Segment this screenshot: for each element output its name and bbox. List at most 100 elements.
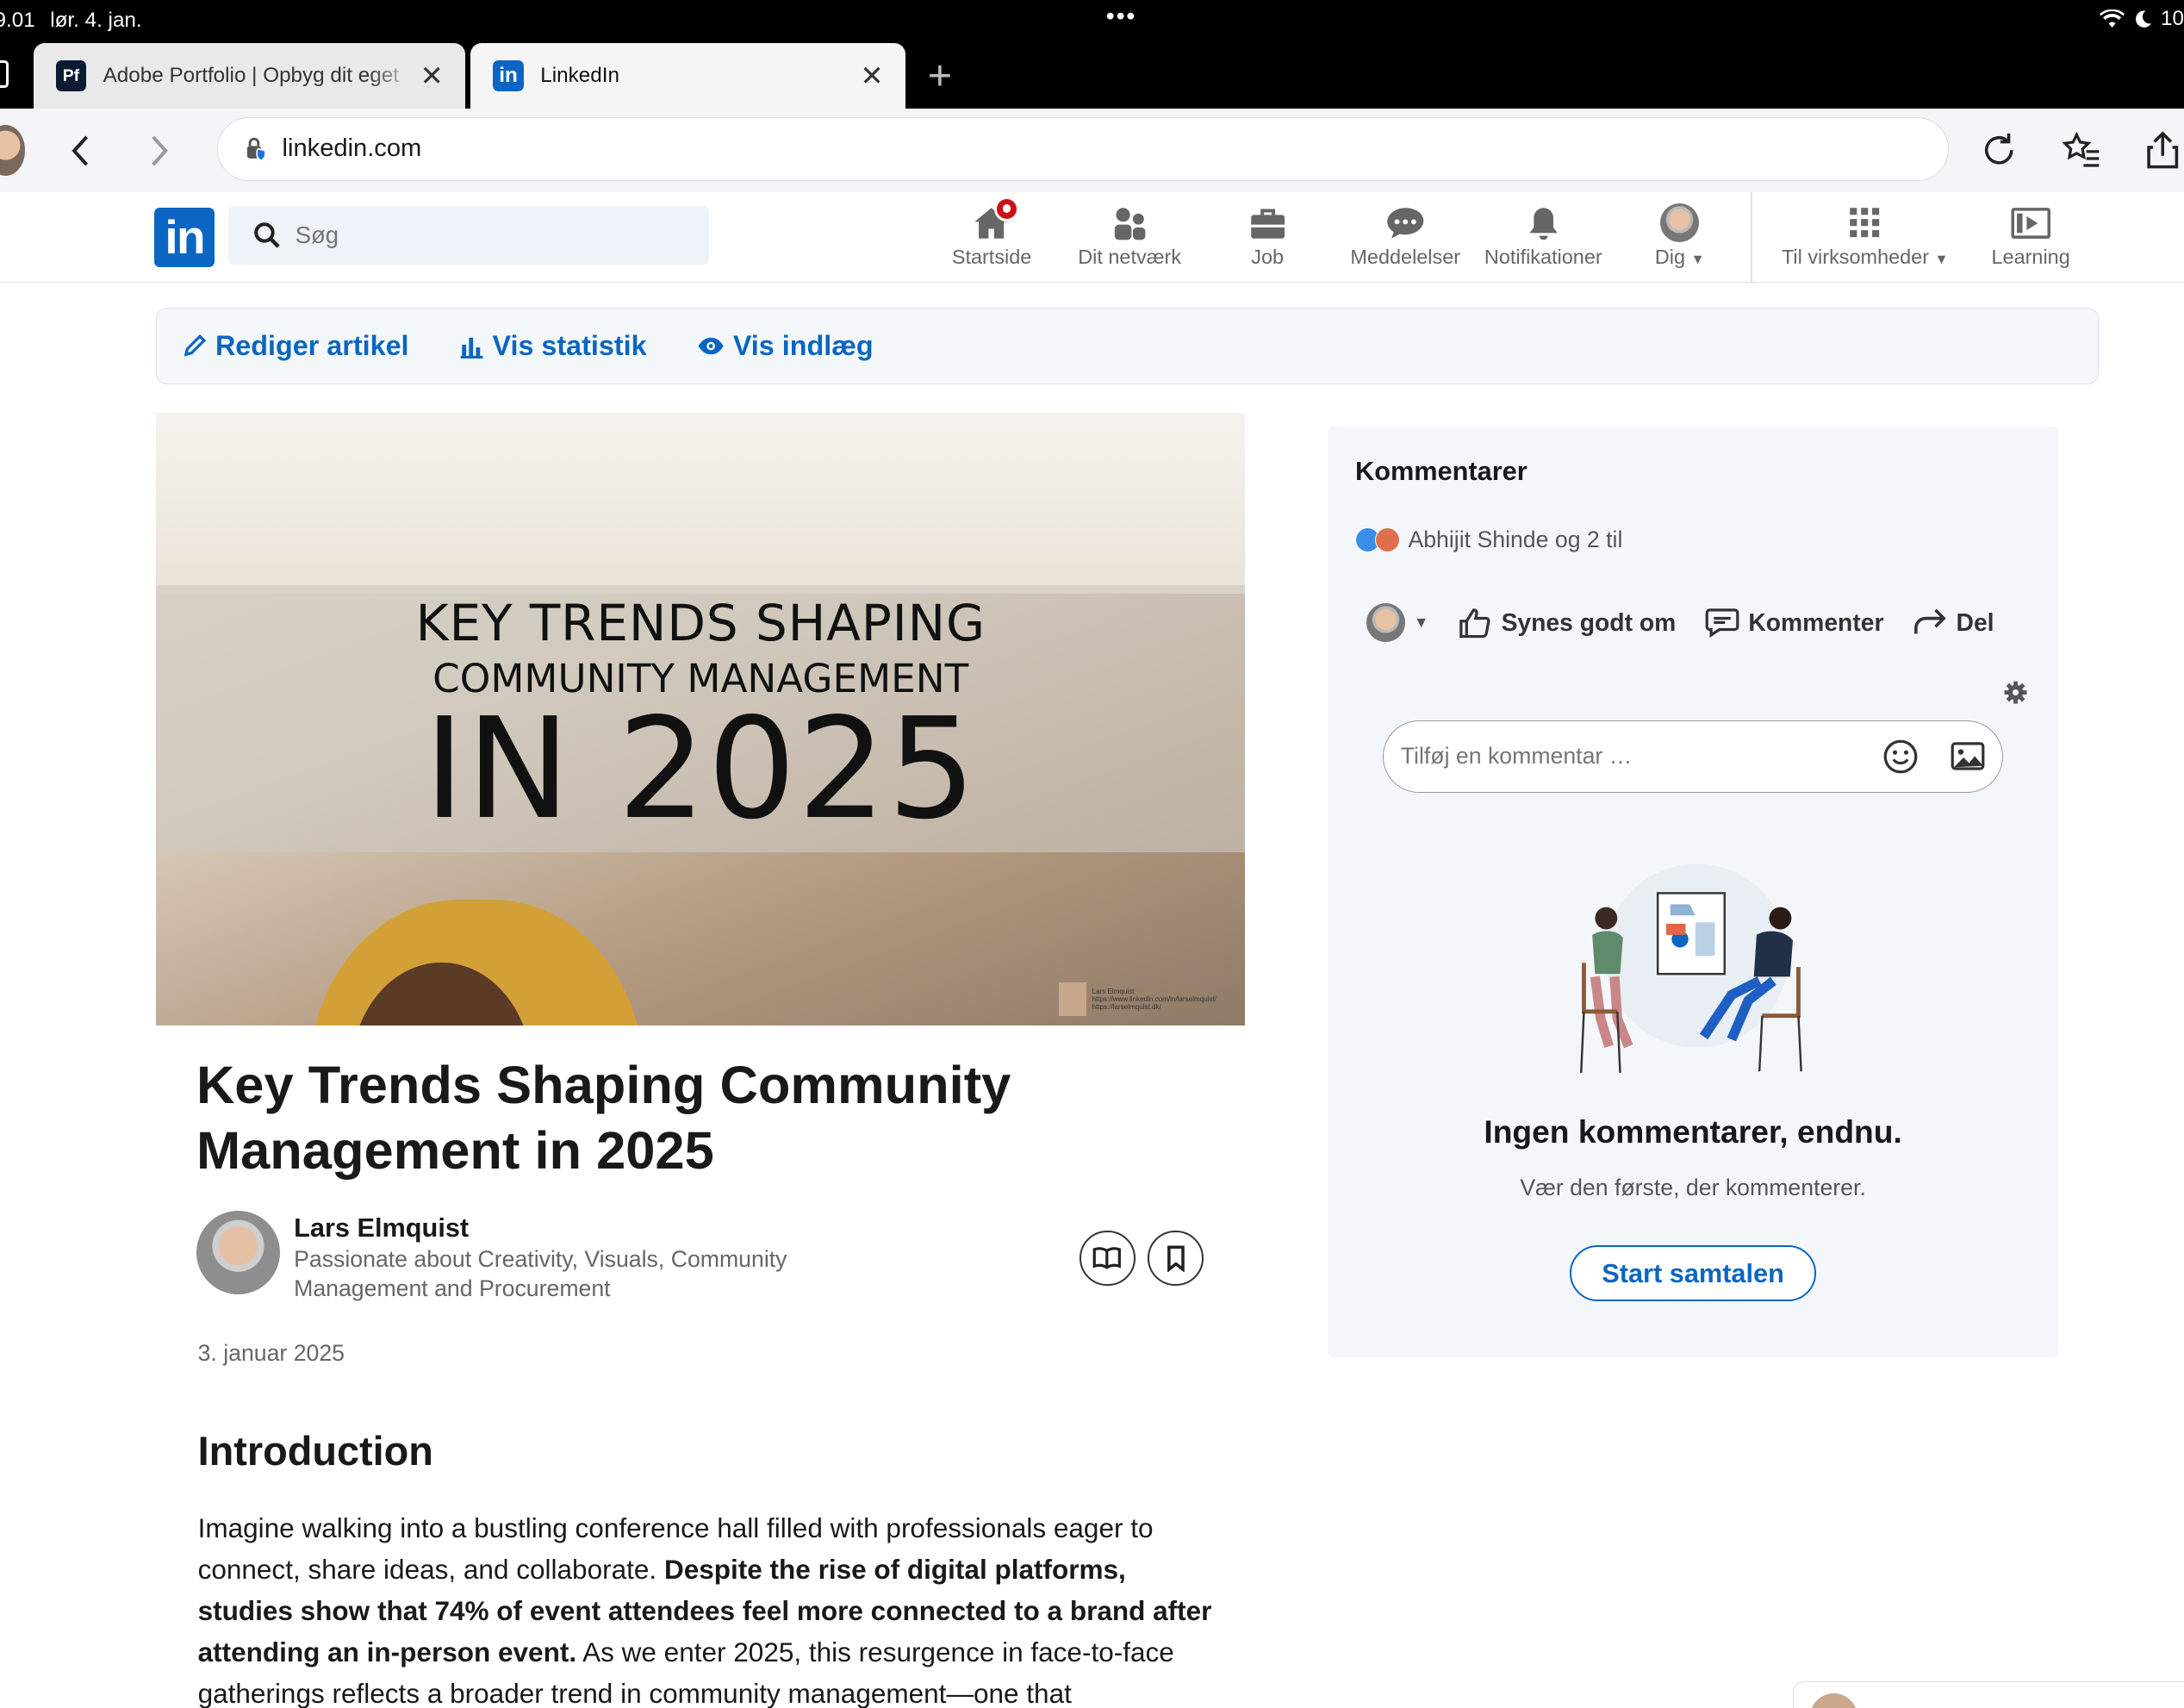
empty-comments-illustration — [1579, 863, 1802, 1073]
view-post-button[interactable]: Vis indlæg — [697, 330, 874, 362]
actor-switcher[interactable]: ▼ — [1366, 603, 1429, 643]
browser-tab-bar: Pf Adobe Portfolio | Opbyg dit eget ✕ in… — [0, 40, 2184, 109]
close-tab-icon[interactable]: ✕ — [856, 59, 889, 92]
article-paragraph: Imagine walking into a bustling conferen… — [197, 1512, 1212, 1708]
nav-dig[interactable]: Dig ▼ — [1648, 201, 1712, 269]
share-icon[interactable] — [2142, 129, 2184, 171]
eye-icon — [698, 338, 724, 355]
nav-job[interactable]: Job — [1240, 201, 1296, 269]
chevron-down-icon: ▼ — [1934, 251, 1949, 267]
tab-title: Adobe Portfolio | Opbyg dit eget — [103, 64, 399, 88]
nav-label: Til virksomheder ▼ — [1781, 245, 1949, 268]
author-name[interactable]: Lars Elmquist — [294, 1212, 469, 1244]
status-icons: 10 — [2099, 7, 2184, 31]
nav-label: Dig ▼ — [1654, 245, 1705, 268]
pencil-icon — [184, 334, 207, 357]
back-icon[interactable] — [67, 133, 95, 169]
reader-mode-button[interactable] — [1079, 1230, 1136, 1287]
comment-input-box[interactable] — [1383, 720, 2003, 793]
grid-icon — [1849, 207, 1879, 237]
edit-article-button[interactable]: Rediger artikel — [182, 330, 409, 362]
status-time: 9.01 — [0, 8, 35, 32]
image-icon[interactable] — [1950, 739, 1986, 773]
like-label: Synes godt om — [1501, 608, 1677, 637]
article-action-bar: Rediger artikel Vis statistik Vis indlæg — [156, 308, 2100, 385]
linkedin-logo[interactable]: in — [154, 207, 215, 268]
section-heading: Introduction — [197, 1429, 433, 1474]
social-actions: ▼ Synes godt om Kommenter Del — [1366, 603, 2022, 643]
gear-icon[interactable] — [2003, 680, 2028, 705]
site-security-icon[interactable] — [243, 136, 268, 162]
start-conversation-button[interactable]: Start samtalen — [1570, 1245, 1817, 1301]
search-box[interactable] — [228, 206, 709, 265]
reactions-text: Abhijit Shinde og 2 til — [1408, 527, 1623, 553]
avatar — [1366, 603, 1406, 643]
comment-button[interactable]: Kommenter — [1704, 606, 1884, 639]
cover-credit: Lars Elmquist https://www.linkedin.com/i… — [1058, 981, 1226, 1017]
learning-icon — [2011, 207, 2050, 239]
briefcase-icon — [1250, 209, 1285, 239]
reactions-summary[interactable]: Abhijit Shinde og 2 til — [1355, 527, 1622, 553]
cover-title-line1: KEY TRENDS SHAPING — [415, 593, 986, 652]
author-avatar[interactable] — [196, 1210, 280, 1294]
chevron-down-icon: ▼ — [1413, 614, 1429, 632]
nav-label: Notifikationer — [1484, 245, 1602, 268]
comment-label: Kommenter — [1748, 608, 1884, 637]
url-text: linkedin.com — [282, 134, 422, 163]
address-bar[interactable]: linkedin.com — [217, 116, 1949, 182]
cover-background — [156, 412, 1246, 594]
publish-date: 3. januar 2025 — [197, 1340, 345, 1367]
reload-icon[interactable] — [1978, 129, 2020, 171]
nav-meddelelser[interactable]: Meddelelser — [1344, 201, 1466, 269]
nav-dit-netvaerk[interactable]: Dit netværk — [1071, 201, 1188, 269]
multitasking-dots-icon[interactable]: ••• — [1106, 3, 1136, 31]
wifi-icon — [2099, 9, 2125, 28]
comment-input[interactable] — [1400, 743, 1861, 770]
edit-article-label: Rediger artikel — [215, 330, 409, 362]
emoji-icon[interactable] — [1882, 739, 1919, 775]
empty-comments-title: Ingen kommentarer, endnu. — [1484, 1113, 1902, 1150]
nav-label: Job — [1251, 245, 1285, 268]
tab-title: LinkedIn — [540, 64, 619, 88]
love-reaction-icon — [1374, 527, 1400, 553]
tab-linkedin[interactable]: in LinkedIn ✕ — [470, 43, 905, 109]
profile-avatar[interactable] — [0, 125, 26, 176]
save-article-button[interactable] — [1148, 1230, 1204, 1287]
comments-heading: Kommentarer — [1355, 455, 1528, 486]
credit-name: Lars Elmquist — [1092, 987, 1135, 995]
tab-adobe-portfolio[interactable]: Pf Adobe Portfolio | Opbyg dit eget ✕ — [33, 43, 465, 109]
share-arrow-icon — [1913, 608, 1946, 634]
cover-title-line3: IN 2025 — [423, 688, 978, 851]
forward-icon[interactable] — [145, 133, 172, 169]
view-post-label: Vis indlæg — [732, 330, 874, 362]
linkedin-favicon-icon: in — [493, 60, 524, 91]
comment-icon — [1705, 608, 1739, 639]
credit-url: https://www.linkedin.com/in/larselmquist… — [1092, 994, 1217, 1003]
view-stats-button[interactable]: Vis statistik — [459, 330, 647, 362]
messaging-overlay-tab[interactable] — [1792, 1681, 2184, 1708]
nav-til-virksomheder[interactable]: Til virksomheder ▼ — [1771, 201, 1958, 269]
avatar — [1810, 1693, 1858, 1708]
nav-notifikationer[interactable]: Notifikationer — [1477, 201, 1610, 269]
empty-comments-subtitle: Vær den første, der kommenterer. — [1520, 1174, 1866, 1200]
bar-chart-icon — [460, 338, 483, 359]
nav-learning[interactable]: Learning — [1986, 201, 2075, 269]
credit-url: https://larselmquist.dk/ — [1092, 1002, 1161, 1011]
like-button[interactable]: Synes godt om — [1457, 606, 1676, 639]
favorites-icon[interactable] — [2060, 129, 2102, 171]
nav-label: Learning — [1991, 245, 2070, 268]
nav-startside[interactable]: Startside — [947, 196, 1036, 269]
network-icon — [1114, 207, 1145, 240]
new-tab-icon[interactable]: + — [928, 52, 952, 100]
search-input[interactable] — [295, 221, 686, 250]
comments-panel: Kommentarer Abhijit Shinde og 2 til ▼ Sy… — [1327, 426, 2059, 1357]
sidebar-toggle-icon[interactable] — [0, 59, 9, 88]
close-tab-icon[interactable]: ✕ — [415, 59, 449, 92]
article-title: Key Trends Shaping Community Management … — [196, 1056, 1011, 1181]
nav-label: Startside — [951, 245, 1032, 268]
open-book-icon — [1093, 1247, 1122, 1270]
moon-icon — [2135, 10, 2151, 28]
thumbs-up-icon — [1459, 608, 1490, 639]
share-button[interactable]: Del — [1912, 606, 1994, 639]
adobe-portfolio-favicon-icon: Pf — [55, 60, 87, 91]
